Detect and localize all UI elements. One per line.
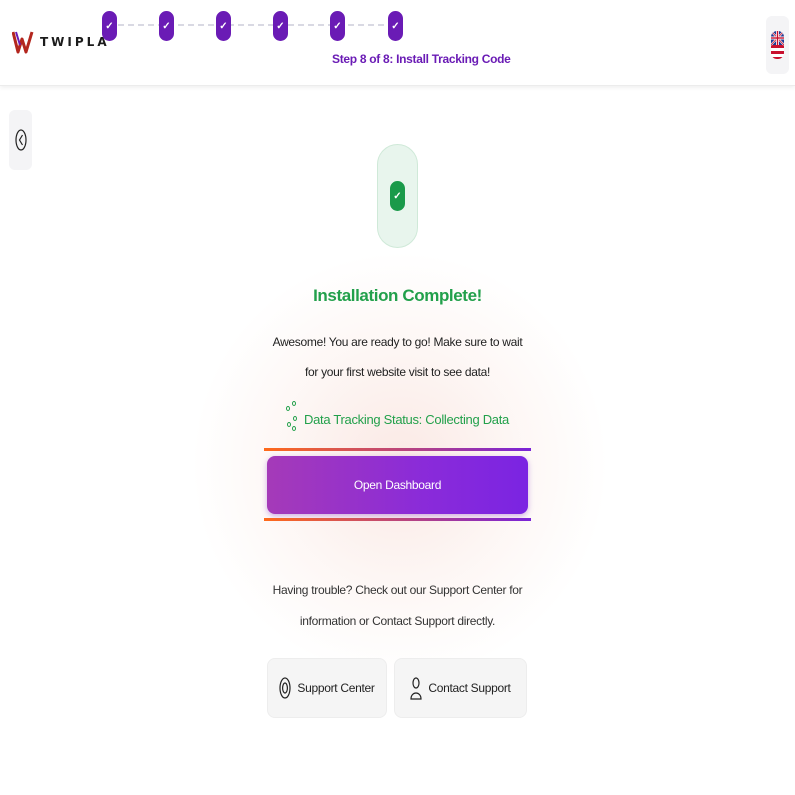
onboarding-page: TWIPLA ✓ ✓ ✓ ✓ ✓ ✓ Step 8 of 8: Install … — [0, 0, 795, 795]
tracking-status-text: Data Tracking Status: Collecting Data — [304, 411, 509, 427]
step-2-complete: ✓ — [159, 11, 174, 41]
chevron-left-icon — [14, 129, 27, 151]
step-4-complete: ✓ — [273, 11, 288, 41]
step-5-complete: ✓ — [330, 11, 345, 41]
check-icon: ✓ — [162, 20, 171, 32]
check-icon: ✓ — [105, 20, 114, 32]
check-circle-icon: ✓ — [390, 181, 405, 211]
user-icon — [410, 676, 422, 700]
contact-support-label: Contact Support — [428, 681, 511, 695]
support-lifebuoy-icon — [279, 676, 292, 700]
support-center-label: Support Center — [297, 681, 375, 695]
support-help-text: Having trouble? Check out our Support Ce… — [272, 583, 523, 628]
check-icon: ✓ — [333, 20, 342, 32]
success-badge: ✓ — [377, 144, 418, 248]
installation-description: Awesome! You are ready to go! Make sure … — [272, 335, 523, 379]
open-dashboard-button[interactable]: Open Dashboard — [267, 456, 528, 514]
twipla-logo[interactable]: TWIPLA — [12, 29, 110, 55]
language-selector-button[interactable] — [766, 16, 789, 74]
back-button[interactable] — [9, 110, 32, 170]
tracking-status: Data Tracking Status: Collecting Data — [0, 401, 795, 434]
check-icon: ✓ — [219, 20, 228, 32]
progress-stepper: ✓ ✓ ✓ ✓ ✓ ✓ — [100, 11, 403, 41]
step-6-complete: ✓ — [388, 11, 403, 41]
uk-us-flag-icon — [771, 31, 784, 59]
step-1-complete: ✓ — [102, 11, 117, 41]
twipla-logo-mark-icon — [12, 31, 34, 54]
loading-dots-icon — [286, 401, 298, 434]
top-header: TWIPLA ✓ ✓ ✓ ✓ ✓ ✓ Step 8 of 8: Install … — [0, 0, 795, 86]
check-icon: ✓ — [393, 190, 402, 202]
installation-complete-title: Installation Complete! — [313, 286, 482, 305]
contact-support-button[interactable]: Contact Support — [394, 658, 527, 718]
check-icon: ✓ — [391, 20, 400, 32]
step-caption: Step 8 of 8: Install Tracking Code — [332, 52, 511, 66]
support-center-button[interactable]: Support Center — [267, 658, 387, 718]
step-3-complete: ✓ — [216, 11, 231, 41]
open-dashboard-highlight: Open Dashboard — [264, 448, 531, 521]
stepper-line — [108, 24, 394, 26]
check-icon: ✓ — [276, 20, 285, 32]
